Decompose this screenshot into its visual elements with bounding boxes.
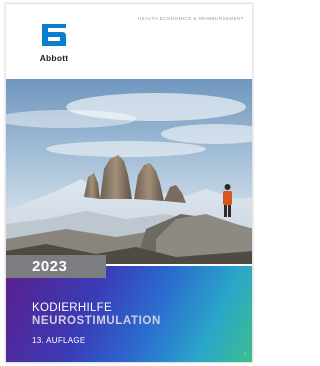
header-tagline: HEALTH ECONOMICS & REIMBURSEMENT	[137, 16, 244, 21]
abbott-logo: Abbott	[34, 24, 74, 66]
year-badge: 2023	[6, 255, 106, 278]
title-kodierhilfe: KODIERHILFE	[32, 302, 112, 314]
brochure-cover: HEALTH ECONOMICS & REIMBURSEMENT Abbott	[5, 3, 253, 363]
cover-photo-mountains	[6, 79, 252, 264]
abbott-logo-icon	[42, 24, 66, 46]
abbott-wordmark: Abbott	[39, 53, 69, 63]
title-neurostimulation: NEUROSTIMULATION	[32, 315, 161, 327]
year-label: 2023	[32, 258, 68, 275]
page-number: 1	[243, 351, 246, 356]
edition-label: 13. AUFLAGE	[32, 336, 86, 345]
